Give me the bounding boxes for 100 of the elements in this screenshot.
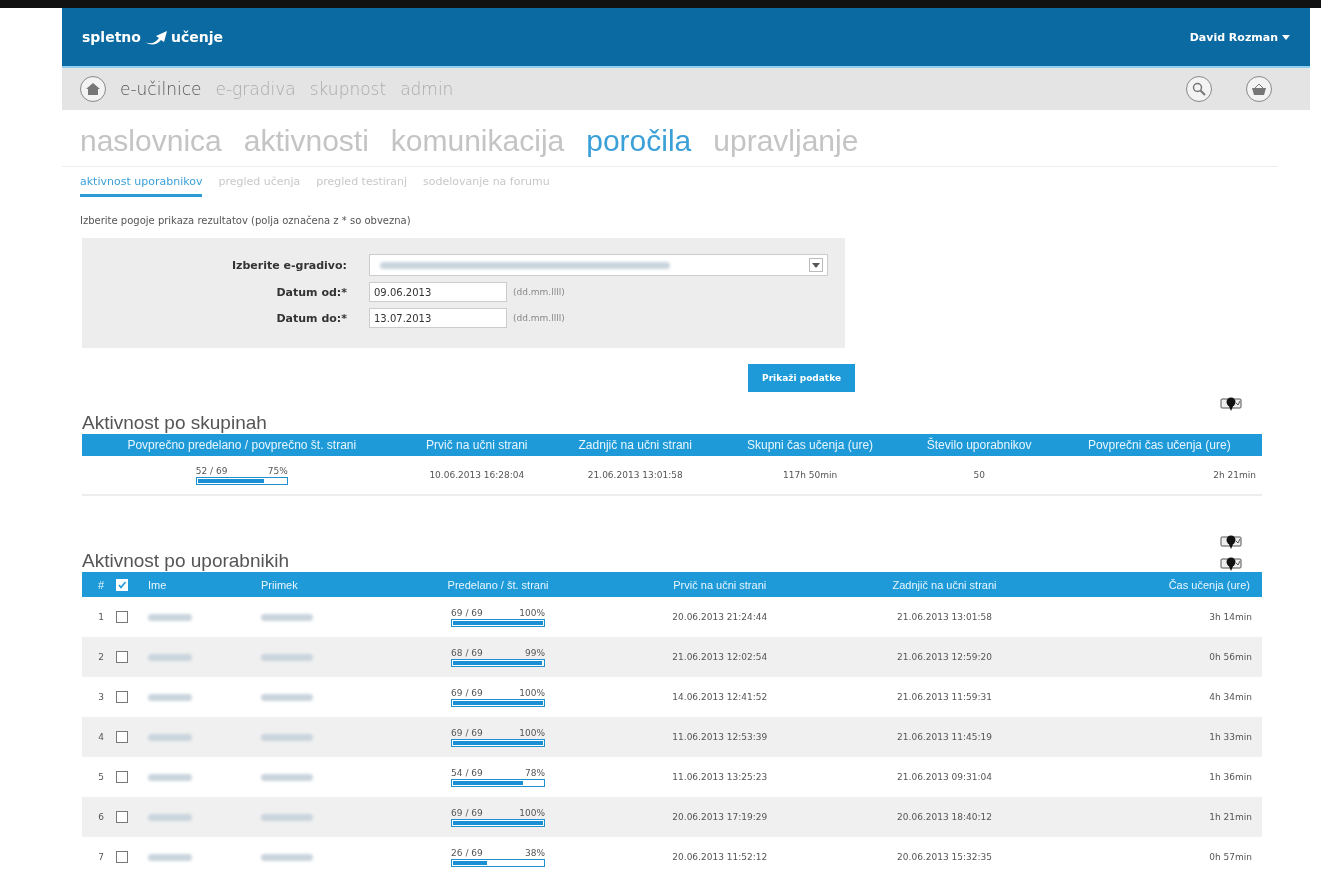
row-number: 3 — [82, 677, 110, 718]
redacted-text — [148, 693, 192, 701]
column-header: Število uporabnikov — [901, 434, 1057, 456]
column-header: Skupni čas učenja (ure) — [718, 434, 902, 456]
column-header: Čas učenja (ure) — [1061, 572, 1262, 598]
instruction-text: Izberite pogoje prikaza rezultatov (polja označena z * so obvezna) — [79, 214, 412, 228]
dropdown-arrow-icon — [812, 262, 820, 268]
row-number: 4 — [82, 717, 110, 758]
date-field[interactable]: 09.06.2013 — [369, 282, 507, 302]
table-cell: 21.06.2013 13:01:58 — [827, 597, 1062, 638]
field-label: Datum od:* — [275, 285, 347, 299]
redacted-text — [261, 653, 313, 661]
table-cell: 1h 33min — [1061, 717, 1262, 758]
table-cell: 21.06.2013 12:59:20 — [827, 637, 1062, 678]
percent-text: 78% — [525, 767, 546, 778]
search-icon — [1192, 82, 1206, 96]
redacted-text — [261, 733, 313, 741]
page-count: 52 / 69 — [195, 465, 228, 476]
table-cell: 11.06.2013 12:53:39 — [611, 717, 828, 758]
percent-text: 100% — [519, 687, 546, 698]
basket-button[interactable] — [1246, 76, 1272, 102]
column-header: Zadnjič na učni strani — [552, 434, 719, 456]
percent-text: 99% — [525, 647, 546, 658]
redacted-text — [148, 773, 192, 781]
home-icon — [85, 82, 101, 96]
row-checkbox[interactable] — [116, 851, 128, 864]
row-number: 2 — [82, 637, 110, 678]
row-checkbox[interactable] — [116, 771, 128, 784]
row-checkbox[interactable] — [116, 611, 128, 624]
submit-button[interactable]: Prikaži podatke — [748, 364, 855, 392]
nav-link[interactable]: e-učilnice — [120, 79, 202, 99]
column-header: Prvič na učni strani — [611, 572, 828, 598]
row-number: 1 — [82, 597, 110, 638]
redacted-text — [261, 813, 313, 821]
caret-icon — [1282, 34, 1290, 40]
percent-text: 75% — [267, 465, 288, 476]
export-icon — [1220, 556, 1242, 572]
section-title: Aktivnost po uporabnikih — [81, 550, 289, 572]
section-tab[interactable]: komunikacija — [390, 124, 565, 158]
table-cell: 117h 50min — [718, 456, 902, 495]
redacted-text — [148, 653, 192, 661]
column-header: Povprečno predelano / povprečno št. strani — [82, 434, 402, 456]
logo-text: učenje — [170, 29, 223, 45]
export-icon — [1220, 534, 1242, 550]
redacted-text — [261, 693, 313, 701]
table-cell: 20.06.2013 15:32:35 — [827, 837, 1062, 878]
table-cell: 3h 14min — [1061, 597, 1262, 638]
section-tab[interactable]: naslovnica — [80, 124, 222, 158]
table-cell: 2h 21min — [1056, 456, 1262, 495]
page-count: 69 / 69 — [451, 727, 483, 738]
field-label: Datum do:* — [275, 311, 347, 325]
percent-text: 100% — [519, 807, 546, 818]
column-header: Prvič na učni strani — [401, 434, 553, 456]
table-cell: 0h 56min — [1061, 637, 1262, 678]
column-header: Zadnjič na učni strani — [827, 572, 1062, 598]
table-cell: 50 — [901, 456, 1057, 495]
search-button[interactable] — [1186, 76, 1212, 102]
select-all-checkbox[interactable] — [116, 579, 128, 592]
table-cell: 10.06.2013 16:28:04 — [401, 456, 553, 495]
table-cell: 20.06.2013 17:19:29 — [611, 797, 828, 838]
page-count: 26 / 69 — [451, 847, 483, 858]
format-hint: (dd.mm.llll) — [513, 313, 565, 323]
table-cell: 0h 57min — [1061, 837, 1262, 878]
section-tab[interactable]: upravljanje — [713, 124, 859, 158]
percent-text: 38% — [525, 847, 546, 858]
table-cell: 21.06.2013 11:59:31 — [827, 677, 1062, 718]
row-checkbox[interactable] — [116, 651, 128, 664]
home-button[interactable] — [80, 76, 106, 102]
row-checkbox[interactable] — [116, 811, 128, 824]
section-tab[interactable]: aktivnosti — [243, 124, 369, 158]
column-header: Povprečni čas učenja (ure) — [1056, 434, 1262, 456]
field-label: Izberite e-gradivo: — [230, 258, 347, 272]
format-hint: (dd.mm.llll) — [513, 287, 565, 297]
table-cell: 21.06.2013 11:45:19 — [827, 717, 1062, 758]
page-count: 69 / 69 — [451, 807, 483, 818]
row-number: 6 — [82, 797, 110, 838]
redacted-text — [261, 613, 313, 621]
redacted-text — [148, 613, 192, 621]
column-header: Ime — [142, 572, 255, 598]
section-tab[interactable]: poročila — [586, 124, 692, 158]
redacted-text — [148, 853, 192, 861]
row-number: 7 — [82, 837, 110, 878]
column-header: Predelano / št. strani — [384, 572, 612, 598]
table-cell: 21.06.2013 13:01:58 — [552, 456, 719, 495]
row-checkbox[interactable] — [116, 691, 128, 704]
logo-text: spletno — [82, 29, 141, 45]
sub-tab[interactable]: aktivnost uporabnikov — [80, 175, 203, 197]
page-count: 69 / 69 — [451, 687, 483, 698]
table-cell: 20.06.2013 11:52:12 — [611, 837, 828, 878]
table-cell: 1h 36min — [1061, 757, 1262, 798]
percent-text: 100% — [519, 607, 546, 618]
table-cell: 14.06.2013 12:41:52 — [611, 677, 828, 718]
user-menu[interactable]: David Rozman — [1189, 30, 1290, 44]
table-cell: 21.06.2013 09:31:04 — [827, 757, 1062, 798]
page-count: 68 / 69 — [451, 647, 483, 658]
table-cell: 4h 34min — [1061, 677, 1262, 718]
redacted-text — [148, 733, 192, 741]
page-count: 69 / 69 — [451, 607, 483, 618]
date-field[interactable]: 13.07.2013 — [369, 308, 507, 328]
row-checkbox[interactable] — [116, 731, 128, 744]
